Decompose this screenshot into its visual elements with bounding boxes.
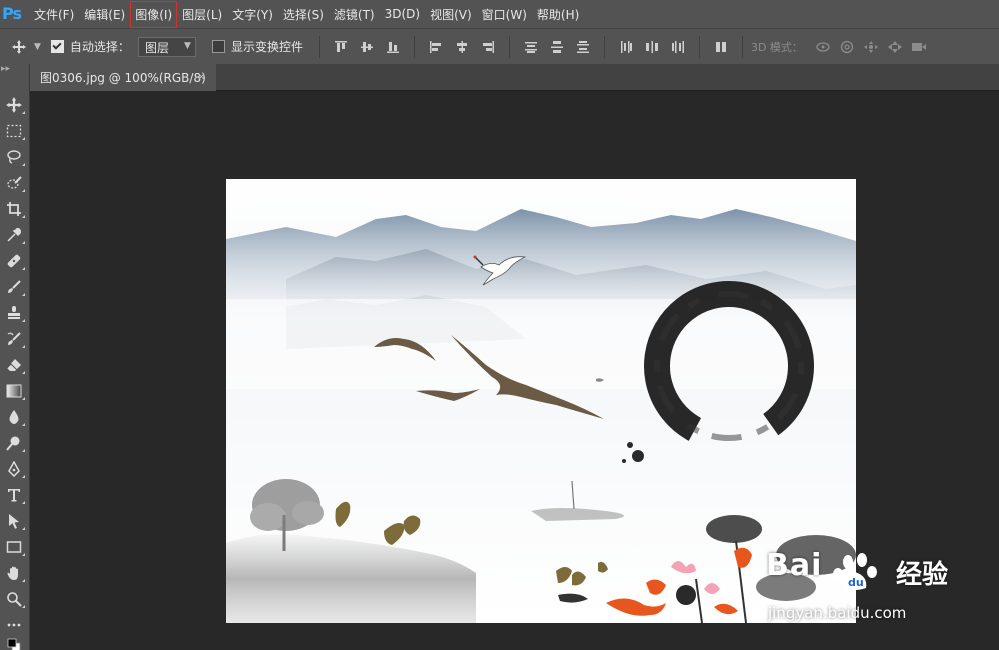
chevron-down-icon: ▼ bbox=[184, 40, 191, 51]
ps-logo: Ps bbox=[2, 4, 22, 23]
auto-select-checkbox[interactable] bbox=[50, 40, 64, 53]
orbit-3d-icon[interactable] bbox=[811, 36, 835, 58]
jingyan-label: 经验 bbox=[896, 560, 949, 590]
type-tool-icon[interactable] bbox=[0, 482, 28, 508]
gradient-tool-icon[interactable] bbox=[0, 378, 28, 404]
menu-type[interactable]: 文字(Y) bbox=[228, 2, 277, 27]
align-bottom-icon[interactable] bbox=[382, 36, 404, 58]
distribute-bottom-icon[interactable] bbox=[572, 36, 594, 58]
divider bbox=[318, 35, 320, 58]
menu-layer[interactable]: 图层(L) bbox=[178, 2, 226, 27]
show-transform-checkbox[interactable] bbox=[211, 40, 225, 53]
paw-icon: du bbox=[833, 553, 877, 590]
chevron-down-icon[interactable]: ▼ bbox=[34, 42, 41, 52]
eraser-tool-icon[interactable] bbox=[0, 352, 28, 378]
divider bbox=[508, 35, 510, 58]
distribute-vertical-center-icon[interactable] bbox=[546, 36, 568, 58]
hand-tool-icon[interactable] bbox=[0, 560, 28, 586]
mode-3d-label: 3D 模式： bbox=[750, 40, 803, 54]
zoom-tool-icon[interactable] bbox=[0, 586, 28, 612]
menu-file[interactable]: 文件(F) bbox=[30, 2, 78, 27]
distribute-right-icon[interactable] bbox=[667, 36, 689, 58]
menu-3d[interactable]: 3D(D) bbox=[381, 3, 424, 25]
healing-brush-tool-icon[interactable] bbox=[0, 248, 28, 274]
menu-select[interactable]: 选择(S) bbox=[279, 2, 328, 27]
blur-tool-icon[interactable] bbox=[0, 404, 28, 430]
menu-bar: Ps 文件(F) 编辑(E) 图像(I) 图层(L) 文字(Y) 选择(S) 滤… bbox=[0, 0, 999, 28]
document-tab-title: 图0306.jpg @ 100%(RGB/8) bbox=[40, 71, 206, 85]
close-icon[interactable]: × bbox=[197, 70, 206, 83]
slide-3d-icon[interactable] bbox=[883, 36, 907, 58]
menu-edit[interactable]: 编辑(E) bbox=[80, 2, 129, 27]
divider bbox=[741, 35, 743, 58]
menu-image[interactable]: 图像(I) bbox=[130, 0, 178, 28]
crop-tool-icon[interactable] bbox=[0, 196, 28, 222]
move-tool-preset-icon[interactable] bbox=[4, 39, 34, 55]
scale-3d-icon[interactable] bbox=[907, 36, 931, 58]
distribute-top-icon[interactable] bbox=[520, 36, 542, 58]
path-select-tool-icon[interactable] bbox=[0, 508, 28, 534]
roll-3d-icon[interactable] bbox=[835, 36, 859, 58]
align-top-icon[interactable] bbox=[330, 36, 352, 58]
options-bar: ▼ 自动选择： 图层 ▼ 显示变换控件 3D 模式： bbox=[0, 28, 999, 64]
pan-3d-icon[interactable] bbox=[859, 36, 883, 58]
distribute-left-icon[interactable] bbox=[615, 36, 637, 58]
quick-select-tool-icon[interactable] bbox=[0, 170, 28, 196]
divider bbox=[603, 35, 605, 58]
divider bbox=[413, 35, 415, 58]
divider bbox=[698, 35, 700, 58]
align-right-icon[interactable] bbox=[477, 36, 499, 58]
document-tab-bar: 图0306.jpg @ 100%(RGB/8) × bbox=[30, 64, 999, 91]
menu-help[interactable]: 帮助(H) bbox=[533, 2, 583, 27]
auto-select-target-value: 图层 bbox=[144, 40, 169, 55]
foreground-background-icon[interactable] bbox=[0, 632, 28, 650]
distribute-horizontal-center-icon[interactable] bbox=[641, 36, 663, 58]
menu-filter[interactable]: 滤镜(T) bbox=[330, 2, 379, 27]
menu-view[interactable]: 视图(V) bbox=[426, 2, 476, 27]
auto-select-target-dropdown[interactable]: 图层 ▼ bbox=[137, 36, 196, 57]
collapse-arrows-icon: ▸▸ bbox=[1, 64, 11, 74]
eyedropper-tool-icon[interactable] bbox=[0, 222, 28, 248]
move-tool-icon[interactable] bbox=[0, 92, 28, 118]
dodge-tool-icon[interactable] bbox=[0, 430, 28, 456]
menu-window[interactable]: 窗口(W) bbox=[478, 2, 531, 27]
rectangle-tool-icon[interactable] bbox=[0, 534, 28, 560]
canvas-image[interactable] bbox=[226, 179, 856, 623]
brush-tool-icon[interactable] bbox=[0, 274, 28, 300]
align-vertical-center-icon[interactable] bbox=[356, 36, 378, 58]
baidu-logo-text: Bai bbox=[766, 548, 823, 583]
baidu-watermark: Bai du 经验 jingyan.baidu.com bbox=[766, 548, 996, 632]
align-left-icon[interactable] bbox=[425, 36, 447, 58]
ink-landscape-artwork bbox=[226, 179, 856, 623]
document-tab[interactable]: 图0306.jpg @ 100%(RGB/8) × bbox=[30, 64, 216, 91]
pen-tool-icon[interactable] bbox=[0, 456, 28, 482]
lasso-tool-icon[interactable] bbox=[0, 144, 28, 170]
toolbox: ▸▸ bbox=[0, 64, 30, 650]
align-horizontal-center-icon[interactable] bbox=[451, 36, 473, 58]
history-brush-tool-icon[interactable] bbox=[0, 326, 28, 352]
marquee-tool-icon[interactable] bbox=[0, 118, 28, 144]
svg-text:du: du bbox=[848, 576, 864, 589]
photoshop-window: Ps 文件(F) 编辑(E) 图像(I) 图层(L) 文字(Y) 选择(S) 滤… bbox=[0, 0, 999, 650]
toolbox-grip[interactable]: ▸▸ bbox=[0, 64, 30, 92]
clone-stamp-tool-icon[interactable] bbox=[0, 300, 28, 326]
show-transform-label: 显示变换控件 bbox=[230, 40, 303, 54]
auto-select-label: 自动选择： bbox=[69, 40, 130, 54]
auto-align-layers-icon[interactable] bbox=[710, 36, 732, 58]
watermark-url: jingyan.baidu.com bbox=[768, 604, 907, 622]
